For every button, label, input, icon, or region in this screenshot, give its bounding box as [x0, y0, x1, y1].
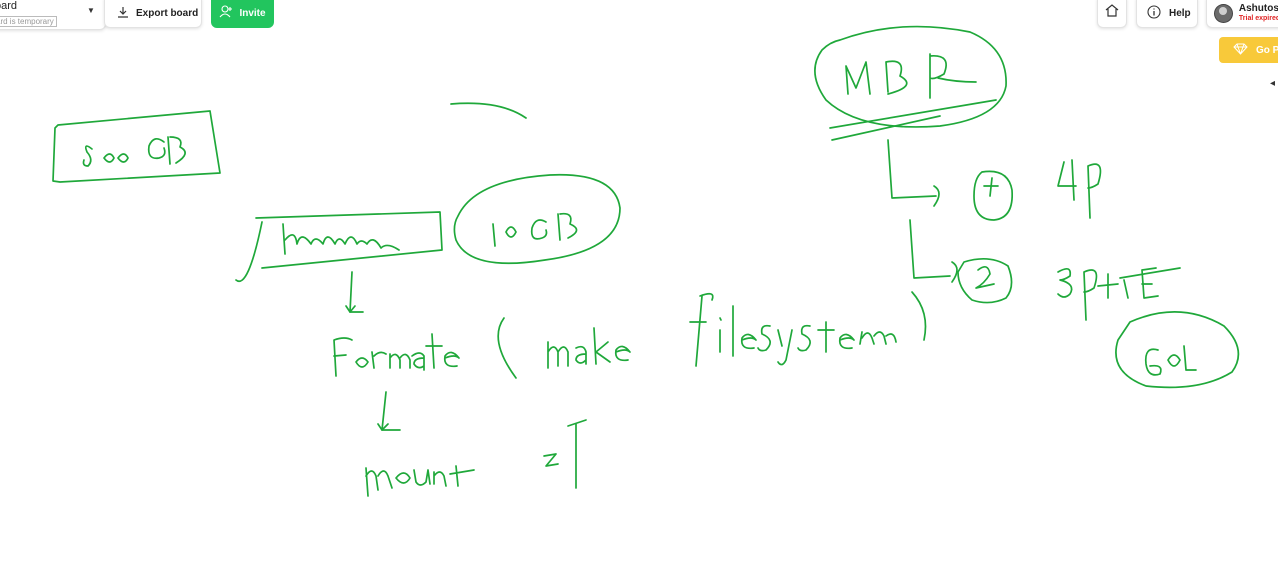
go-pro-button[interactable]: Go P — [1219, 37, 1278, 63]
help-button[interactable]: Help — [1136, 0, 1198, 28]
invite-button[interactable]: Invite — [211, 0, 274, 28]
whiteboard-canvas[interactable] — [0, 0, 1278, 583]
download-icon — [117, 6, 129, 21]
home-button[interactable] — [1097, 0, 1127, 28]
add-user-icon — [219, 5, 233, 21]
export-board-label: Export board — [136, 7, 199, 19]
export-board-button[interactable]: Export board — [104, 0, 202, 28]
user-name: Ashutosh — [1238, 3, 1278, 14]
board-menu[interactable]: oard ard is temporary ▼ — [0, 0, 106, 30]
diamond-icon — [1233, 43, 1248, 58]
user-menu[interactable]: Ashutosh Trial expired — [1206, 0, 1278, 28]
invite-label: Invite — [239, 7, 266, 19]
board-title: oard — [0, 0, 18, 12]
user-info: Ashutosh Trial expired — [1239, 3, 1278, 23]
go-pro-label: Go P — [1256, 44, 1278, 56]
chevron-down-icon[interactable]: ▼ — [87, 6, 95, 15]
handwriting-strokes — [52, 25, 1240, 497]
collapse-arrow-icon[interactable]: ◂ — [1270, 78, 1275, 89]
board-temporary-badge: ard is temporary — [0, 16, 57, 27]
trial-status: Trial expired — [1238, 15, 1278, 22]
avatar — [1214, 3, 1233, 23]
info-icon — [1147, 4, 1161, 22]
help-label: Help — [1169, 7, 1191, 19]
home-icon — [1105, 4, 1119, 22]
